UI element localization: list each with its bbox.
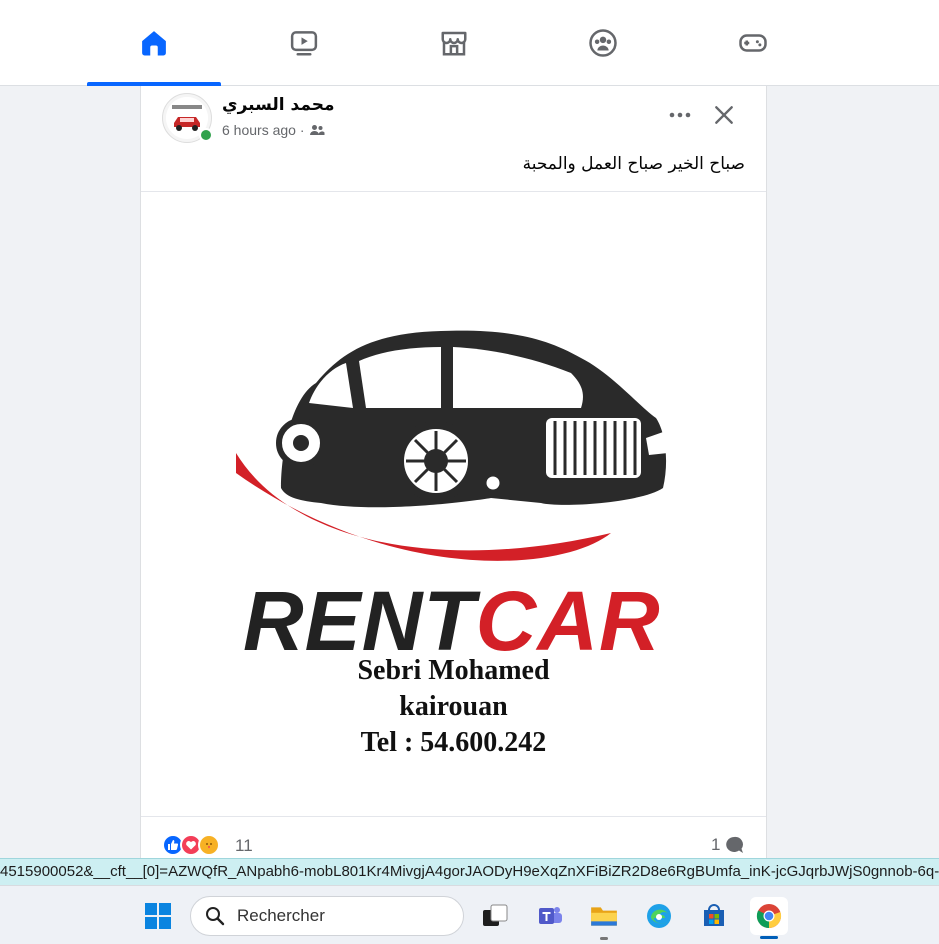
task-view-icon — [483, 904, 508, 926]
friends-audience-icon[interactable] — [309, 122, 325, 138]
owner-phone: Tel : 54.600.242 — [360, 727, 547, 758]
start-button[interactable] — [139, 897, 177, 935]
comment-count: 1 — [711, 835, 721, 854]
owner-name: Sebri Mohamed — [357, 655, 550, 686]
groups-icon — [589, 29, 617, 57]
store-icon — [704, 904, 724, 926]
windows-icon — [145, 903, 171, 929]
comment-count-link[interactable]: 1 — [711, 835, 744, 855]
taskbar-search[interactable]: Rechercher — [190, 896, 464, 936]
avatar[interactable] — [162, 93, 213, 143]
running-indicator — [600, 937, 608, 940]
teams-icon — [539, 907, 562, 924]
file-explorer-button[interactable] — [585, 897, 623, 935]
comment-icon — [726, 836, 744, 853]
video-icon — [290, 31, 318, 56]
home-icon — [142, 31, 166, 56]
task-view-button[interactable] — [476, 897, 514, 935]
folder-icon — [591, 907, 617, 926]
marketplace-icon — [441, 31, 467, 56]
top-navigation — [0, 0, 939, 86]
post-header: محمد السبري 6 hours ago · صباح الخير صبا… — [141, 86, 766, 192]
search-icon — [206, 907, 225, 926]
post-caption: صباح الخير صباح العمل والمحبة — [522, 154, 745, 174]
store-button[interactable] — [695, 897, 733, 935]
teams-button[interactable] — [531, 897, 569, 935]
reaction-icons[interactable] — [162, 834, 220, 856]
chrome-active-indicator — [760, 936, 778, 939]
owner-city: kairouan — [399, 691, 508, 722]
edge-icon — [647, 904, 671, 928]
reaction-count[interactable]: 11 — [235, 836, 253, 856]
tab-gaming[interactable] — [686, 0, 820, 86]
close-button[interactable] — [709, 100, 739, 130]
more-dots-icon — [669, 112, 691, 118]
search-label: Rechercher — [237, 906, 325, 925]
post-image[interactable]: RENTCAR Sebri Mohamed kairouan Tel : 54.… — [141, 193, 766, 816]
close-icon — [715, 106, 733, 124]
brand-rent: RENT — [243, 574, 476, 668]
post-card: محمد السبري 6 hours ago · صباح الخير صبا… — [140, 86, 767, 866]
tab-watch[interactable] — [237, 0, 371, 86]
care-reaction-icon — [198, 834, 220, 856]
online-status-dot — [199, 128, 213, 142]
taskbar: Rechercher — [0, 885, 939, 944]
post-time[interactable]: 6 hours ago · — [222, 122, 305, 138]
more-options-button[interactable] — [665, 104, 695, 126]
tab-groups[interactable] — [536, 0, 670, 86]
author-name[interactable]: محمد السبري — [222, 95, 335, 115]
edge-button[interactable] — [640, 897, 678, 935]
brand-car: CAR — [475, 574, 661, 668]
chrome-icon — [756, 904, 782, 929]
post-meta: 6 hours ago · — [222, 122, 325, 138]
chrome-button[interactable] — [750, 897, 788, 935]
tab-marketplace[interactable] — [387, 0, 521, 86]
status-url-bar: 4515900052&__cft__[0]=AZWQfR_ANpabh6-mob… — [0, 858, 939, 885]
tab-home[interactable] — [87, 0, 221, 86]
gaming-icon — [739, 34, 767, 52]
